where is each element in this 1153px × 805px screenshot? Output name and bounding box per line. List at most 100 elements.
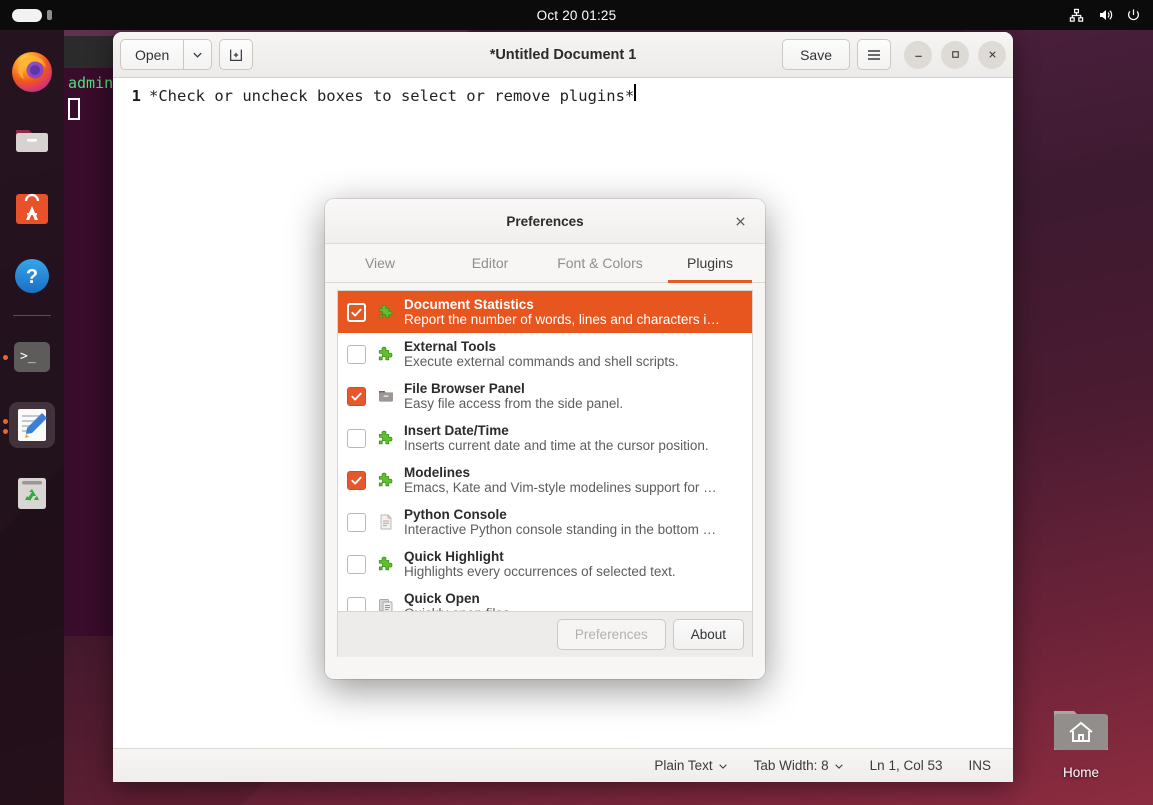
chevron-down-icon: [718, 763, 727, 769]
trash-icon: [9, 470, 55, 516]
preferences-footer: [325, 657, 765, 679]
tab-plugins[interactable]: Plugins: [655, 244, 765, 283]
document-text: *Check or uncheck boxes to select or rem…: [149, 87, 635, 105]
firefox-icon: [9, 49, 55, 95]
language-label: Plain Text: [654, 758, 713, 773]
desktop-icon-home[interactable]: Home: [1031, 703, 1131, 780]
plugin-checkbox[interactable]: [347, 302, 366, 322]
power-icon[interactable]: [1126, 8, 1141, 23]
desktop-icon-label: Home: [1062, 765, 1099, 780]
checkmark-icon: [351, 476, 362, 484]
plugin-row[interactable]: Quick Highlight Highlights every occurren…: [338, 543, 752, 585]
open-dropdown-button[interactable]: [183, 39, 213, 70]
plugin-description: Execute external commands and shell scri…: [404, 354, 679, 369]
preferences-dialog: Preferences View Editor Font & Colors Plugi…: [325, 199, 765, 679]
dock: ? >_: [0, 30, 64, 805]
preferences-title: Preferences: [506, 213, 584, 229]
system-top-bar: Oct 20 01:25: [0, 0, 1153, 30]
gedit-icon: [9, 402, 55, 448]
plugin-name: External Tools: [404, 339, 497, 354]
tab-editor[interactable]: Editor: [435, 244, 545, 282]
dock-item-terminal[interactable]: >_: [0, 325, 64, 389]
tab-view[interactable]: View: [325, 244, 435, 282]
plugin-checkbox[interactable]: [347, 554, 366, 574]
gedit-running-indicator-1: [3, 419, 8, 424]
volume-icon[interactable]: [1097, 7, 1113, 23]
text-cursor: [634, 84, 636, 101]
plugin-row[interactable]: Document Statistics Report the number of …: [338, 291, 752, 333]
window-close-button[interactable]: [978, 40, 1006, 69]
dock-item-trash[interactable]: [0, 461, 64, 525]
save-button[interactable]: Save: [782, 39, 850, 70]
dock-item-files[interactable]: [0, 108, 64, 172]
plugin-checkbox[interactable]: [347, 512, 366, 532]
plugin-row[interactable]: Python Console Interactive Python console…: [338, 501, 752, 543]
plugin-checkbox[interactable]: [347, 428, 366, 448]
plugin-row[interactable]: Insert Date/Time Inserts current date and…: [338, 417, 752, 459]
dock-item-ubuntu-software[interactable]: [0, 176, 64, 240]
new-tab-button[interactable]: [219, 39, 254, 70]
preferences-titlebar: Preferences: [325, 199, 765, 244]
window-maximize-button[interactable]: [941, 40, 969, 69]
puzzle-piece-icon: [377, 429, 395, 447]
plugin-checkbox[interactable]: [347, 596, 366, 611]
status-bar: Plain Text Tab Width: 8 Ln 1, Col 53 INS: [113, 748, 1013, 782]
preferences-close-button[interactable]: [727, 208, 753, 234]
plugin-checkbox[interactable]: [347, 344, 366, 364]
tab-font-colors[interactable]: Font & Colors: [545, 244, 655, 282]
help-icon: ?: [9, 253, 55, 299]
clock[interactable]: Oct 20 01:25: [0, 8, 1153, 23]
plugin-description: Inserts current date and time at the cur…: [404, 438, 709, 453]
window-minimize-button[interactable]: [904, 40, 932, 69]
hamburger-menu-button[interactable]: [857, 39, 891, 70]
close-icon: [988, 51, 996, 58]
plugin-about-button[interactable]: About: [672, 619, 744, 650]
checkmark-icon: [351, 392, 362, 400]
terminal-running-indicator: [3, 355, 8, 360]
plugin-row[interactable]: Quick OpenQuickly open files: [338, 585, 752, 611]
svg-text:>_: >_: [20, 349, 36, 364]
plugin-name: Document Statistics: [404, 297, 534, 312]
maximize-icon: [951, 51, 959, 58]
preferences-tabs: View Editor Font & Colors Plugins: [325, 244, 765, 283]
dock-item-help[interactable]: ?: [0, 244, 64, 308]
plugin-preferences-button[interactable]: Preferences: [556, 619, 666, 650]
plugin-row[interactable]: Modelines Emacs, Kate and Vim-style model…: [338, 459, 752, 501]
puzzle-piece-icon: [377, 471, 395, 489]
language-selector[interactable]: Plain Text: [654, 758, 727, 773]
dock-item-firefox[interactable]: [0, 40, 64, 104]
checkmark-icon: [351, 308, 362, 316]
plugin-description: Emacs, Kate and Vim-style modelines supp…: [404, 480, 717, 495]
files-icon: [9, 117, 55, 163]
insert-mode-indicator[interactable]: INS: [968, 758, 991, 773]
plugin-name: Quick Open: [404, 591, 480, 606]
plugin-name: Insert Date/Time: [404, 423, 509, 438]
dock-separator: [13, 315, 51, 316]
plugin-checkbox[interactable]: [347, 386, 366, 406]
plugins-list[interactable]: Document Statistics Report the number of …: [337, 290, 753, 611]
minimize-icon: [914, 55, 922, 57]
line-number: 1: [131, 87, 141, 105]
plugin-checkbox[interactable]: [347, 470, 366, 490]
terminal-cursor: [68, 98, 80, 120]
tab-width-label: Tab Width: 8: [753, 758, 829, 773]
plugin-description: Highlights every occurrences of selected…: [404, 564, 676, 579]
plugin-description: Report the number of words, lines and ch…: [404, 312, 720, 327]
plugin-row[interactable]: File Browser Panel Easy file access from …: [338, 375, 752, 417]
copy-documents-icon: [377, 597, 395, 611]
puzzle-piece-icon: [377, 345, 395, 363]
new-tab-icon: [230, 49, 243, 61]
open-button[interactable]: Open: [120, 39, 184, 70]
plugin-name: Python Console: [404, 507, 507, 522]
chevron-down-icon: [193, 52, 202, 58]
close-icon: [735, 216, 745, 226]
network-icon[interactable]: [1069, 8, 1084, 23]
document-icon: [377, 513, 395, 531]
plugin-description: Interactive Python console standing in t…: [404, 522, 717, 537]
plugin-row[interactable]: External Tools Execute external commands …: [338, 333, 752, 375]
tab-width-selector[interactable]: Tab Width: 8: [754, 758, 844, 773]
cursor-position: Ln 1, Col 53: [869, 758, 943, 773]
plugin-name: Modelines: [404, 465, 471, 480]
plugin-name: Quick Highlight: [404, 549, 504, 564]
dock-item-gedit[interactable]: [0, 393, 64, 457]
